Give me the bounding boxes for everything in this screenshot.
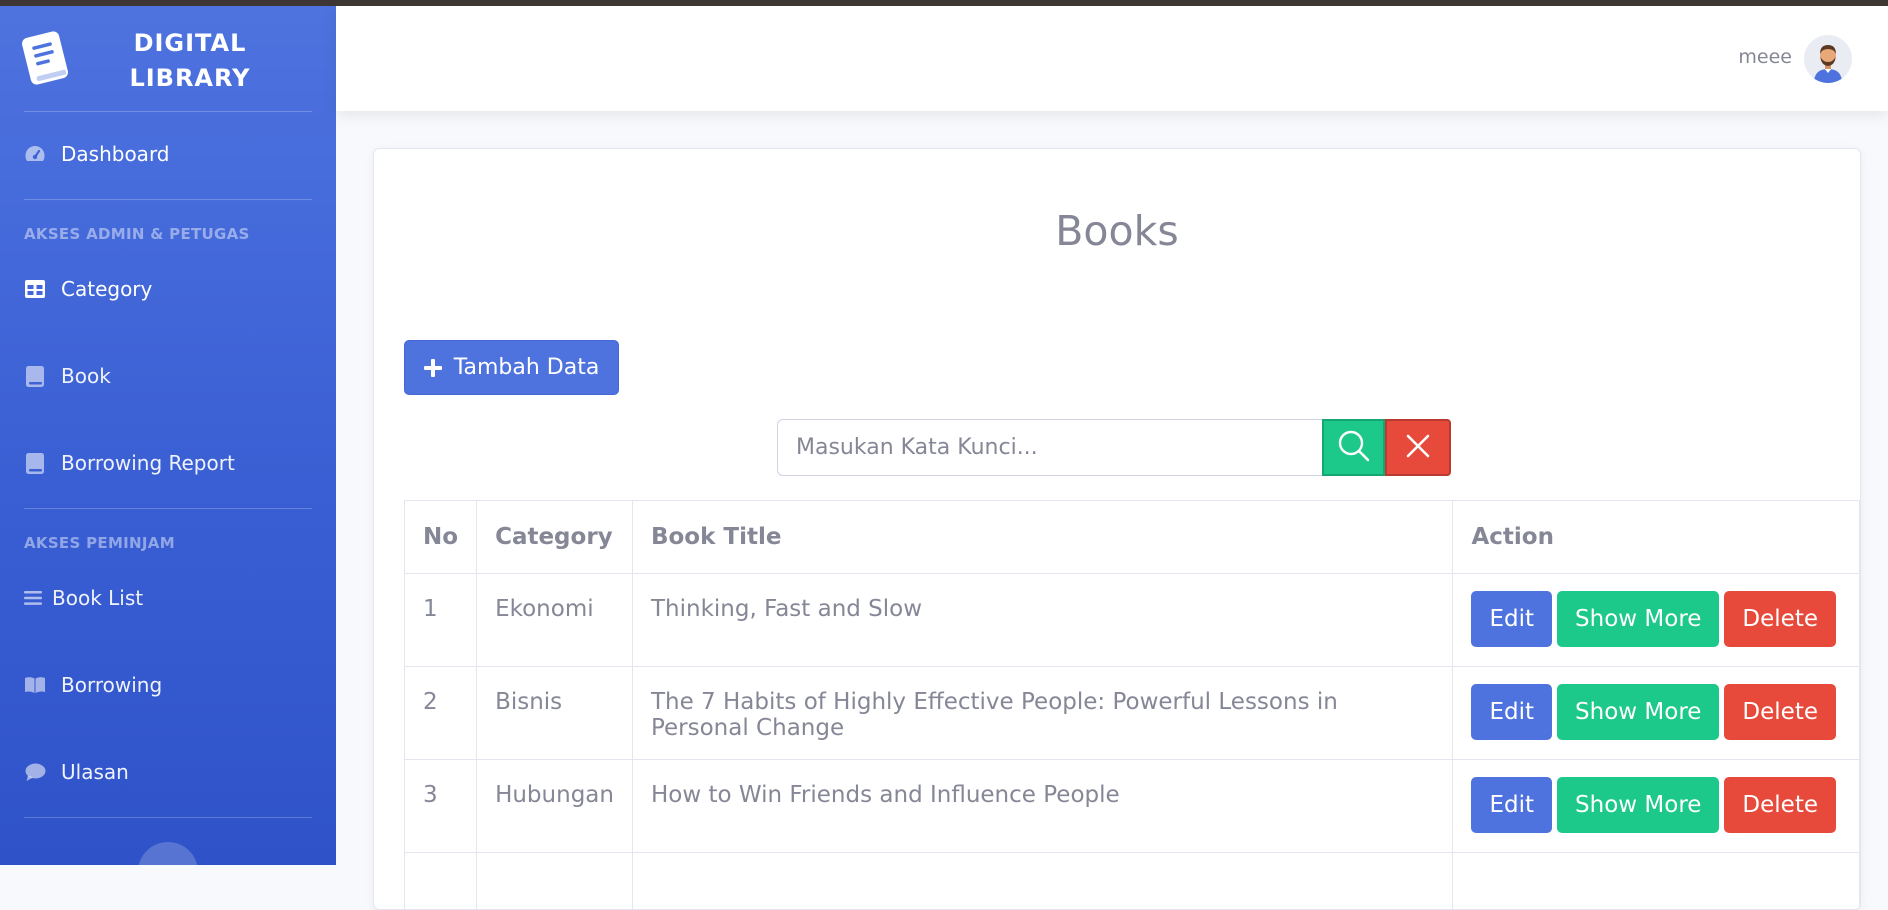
avatar-icon[interactable] [1804,35,1852,83]
delete-button[interactable]: Delete [1724,591,1836,647]
sidebar-heading-admin: AKSES ADMIN & PETUGAS [24,225,250,243]
add-data-label: Tambah Data [454,355,600,380]
close-icon [1406,434,1430,462]
show-more-button[interactable]: Show More [1557,591,1719,647]
row-book-title: Thinking, Fast and Slow [632,574,1453,667]
sidebar-item-borrowing-report[interactable]: Borrowing Report [24,443,235,483]
open-book-icon [24,674,46,696]
row-actions: EditShow MoreDelete [1453,667,1860,760]
row-category: Bisnis [477,667,633,760]
books-table: No Category Book Title Action 1 Ekonomi … [404,500,1860,910]
edit-button[interactable]: Edit [1471,777,1552,833]
brand-line-1: DIGITAL [110,26,270,61]
sidebar-item-label: Dashboard [61,142,170,166]
sidebar-heading-borrower: AKSES PEMINJAM [24,534,175,552]
edit-button[interactable]: Edit [1471,591,1552,647]
show-more-button[interactable]: Show More [1557,777,1719,833]
plus-icon [424,359,442,377]
row-book-title: The 7 Habits of Highly Effective People:… [632,667,1453,760]
table-row: 3 Hubungan How to Win Friends and Influe… [405,760,1860,853]
column-header-no: No [405,501,477,574]
row-number [405,853,477,910]
brand-line-2: LIBRARY [110,61,270,96]
edit-button[interactable]: Edit [1471,684,1552,740]
delete-button[interactable]: Delete [1724,777,1836,833]
table-icon [24,278,46,300]
row-number: 1 [405,574,477,667]
sidebar-item-book-list[interactable]: Book List [24,578,143,618]
sidebar-brand[interactable]: DIGITAL LIBRARY [0,6,336,111]
row-number: 2 [405,667,477,760]
book-icon [24,365,46,387]
row-number: 3 [405,760,477,853]
sidebar-item-dashboard[interactable]: Dashboard [24,134,170,174]
comment-icon [24,761,46,783]
topbar: meee [336,6,1888,111]
column-header-action: Action [1453,501,1860,574]
user-name[interactable]: meee [1738,46,1792,68]
row-actions [1453,853,1860,910]
row-actions: EditShow MoreDelete [1453,760,1860,853]
page-title: Books [374,207,1860,255]
sidebar-item-label: Category [61,277,152,301]
sidebar-item-label: Borrowing Report [61,451,235,475]
brand-name: DIGITAL LIBRARY [110,26,270,96]
book-icon [20,30,70,86]
search-icon [1337,429,1371,467]
column-header-book-title: Book Title [632,501,1453,574]
sidebar-item-label: Borrowing [61,673,162,697]
row-category [477,853,633,910]
column-header-category: Category [477,501,633,574]
row-actions: EditShow MoreDelete [1453,574,1860,667]
search-button[interactable] [1322,419,1385,476]
search-input[interactable] [777,419,1322,476]
book-icon [24,452,46,474]
tachometer-icon [24,143,46,165]
search-form [777,419,1451,476]
sidebar-divider [24,111,312,112]
show-more-button[interactable]: Show More [1557,684,1719,740]
sidebar-toggle-button[interactable] [138,842,198,865]
window-top-stripe [0,0,1888,6]
sidebar-divider [24,508,312,509]
sidebar-item-category[interactable]: Category [24,269,152,309]
sidebar-item-label: Ulasan [61,760,129,784]
row-category: Ekonomi [477,574,633,667]
sidebar-item-book[interactable]: Book [24,356,111,396]
table-row: 1 Ekonomi Thinking, Fast and Slow EditSh… [405,574,1860,667]
clear-search-button[interactable] [1385,419,1451,476]
table-row: 2 Bisnis The 7 Habits of Highly Effectiv… [405,667,1860,760]
row-category: Hubungan [477,760,633,853]
table-header-row: No Category Book Title Action [405,501,1860,574]
add-data-button[interactable]: Tambah Data [404,340,619,395]
sidebar-item-label: Book [61,364,111,388]
sidebar: DIGITAL LIBRARY Dashboard AKSES ADMIN & … [0,6,336,865]
delete-button[interactable]: Delete [1724,684,1836,740]
row-book-title [632,853,1453,910]
sidebar-divider [24,199,312,200]
list-icon [24,587,42,609]
table-row [405,853,1860,910]
sidebar-item-borrowing[interactable]: Borrowing [24,665,162,705]
sidebar-item-ulasan[interactable]: Ulasan [24,752,129,792]
sidebar-item-label: Book List [52,586,143,610]
row-book-title: How to Win Friends and Influence People [632,760,1453,853]
sidebar-divider [24,817,312,818]
books-card: Books Tambah Data [373,148,1861,910]
